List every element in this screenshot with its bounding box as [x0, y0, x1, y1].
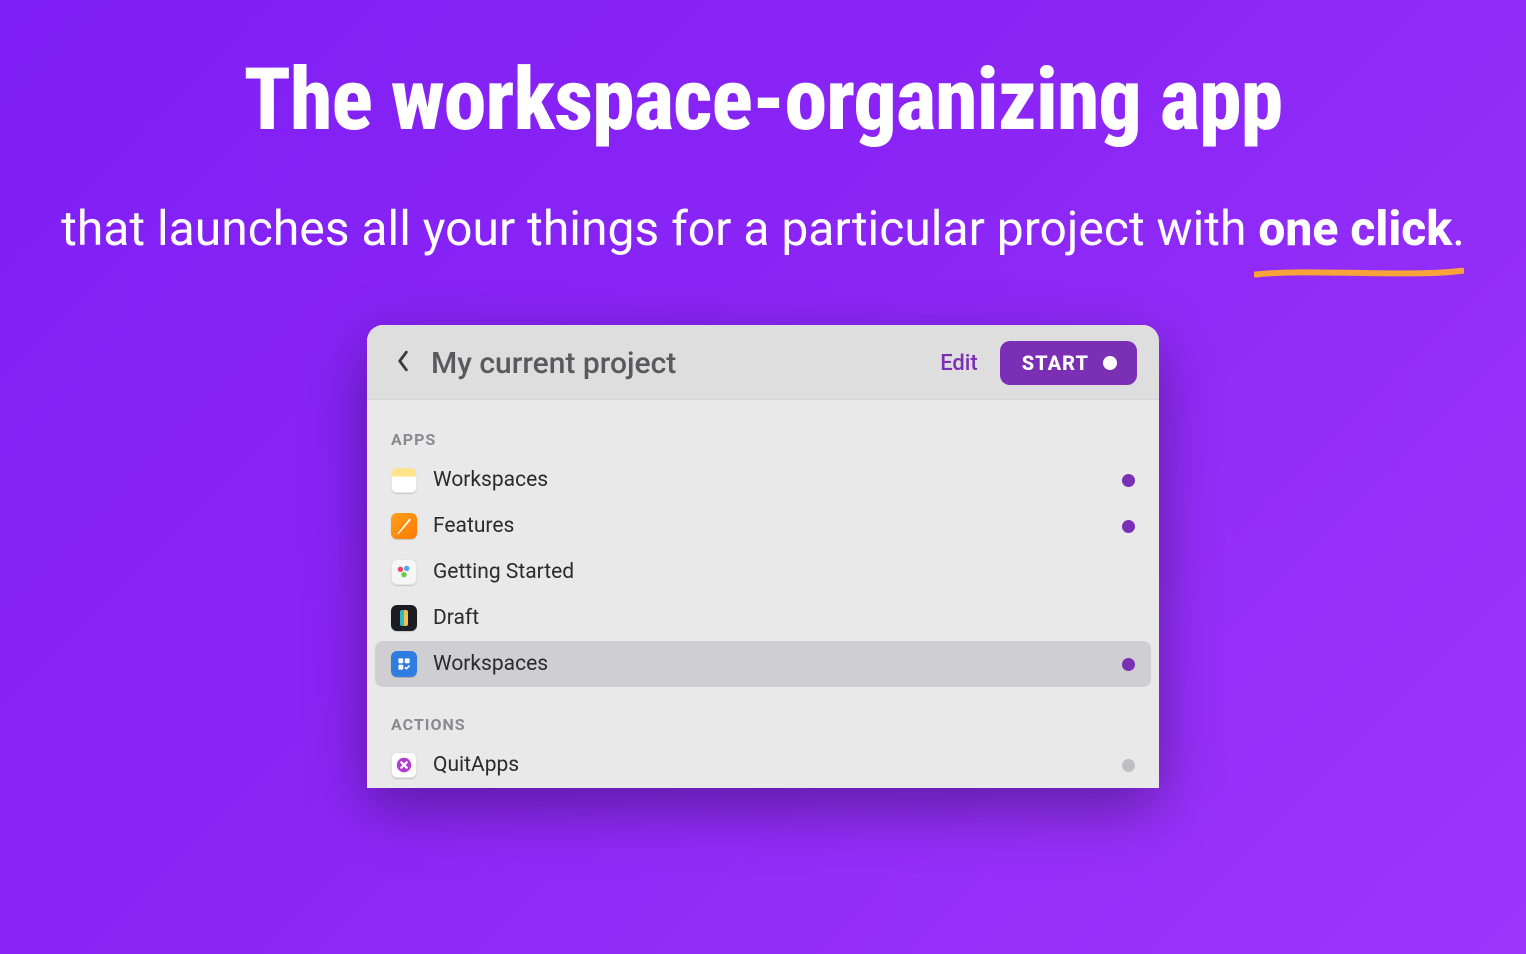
list-item-label: Getting Started [433, 560, 1135, 584]
panel-header: My current project Edit START [367, 325, 1159, 400]
list-item[interactable]: Workspaces [375, 641, 1151, 687]
hero-subtitle-suffix: . [1452, 200, 1465, 257]
start-dot-icon [1103, 356, 1117, 370]
list-item-label: Workspaces [433, 652, 1122, 676]
status-dot-icon [1122, 474, 1135, 487]
quit-action-icon [391, 752, 417, 778]
list-item-label: Features [433, 514, 1122, 538]
list-item[interactable]: Getting Started [367, 549, 1159, 595]
list-item-label: Workspaces [433, 468, 1122, 492]
app-panel: My current project Edit START APPS Works… [367, 325, 1159, 788]
chevron-left-icon [396, 350, 410, 376]
start-button[interactable]: START [1000, 341, 1137, 385]
hero-subtitle-prefix: that launches all your things for a part… [61, 200, 1258, 257]
list-item-label: QuitApps [433, 753, 1122, 777]
notes-app-icon [391, 467, 417, 493]
video-app-icon [391, 559, 417, 585]
hero-subtitle: that launches all your things for a part… [0, 193, 1526, 265]
back-button[interactable] [389, 349, 417, 377]
status-dot-icon [1122, 658, 1135, 671]
list-item[interactable]: QuitApps [367, 742, 1159, 788]
hero-subtitle-emphasis: one click [1258, 193, 1452, 265]
draft-app-icon [391, 605, 417, 631]
section-label-actions: ACTIONS [367, 705, 1159, 742]
status-dot-icon [1122, 520, 1135, 533]
panel-body: APPS Workspaces Features Getting Started [367, 400, 1159, 788]
section-label-apps: APPS [367, 420, 1159, 457]
hero-subtitle-emph-text: one click [1258, 200, 1452, 257]
edit-button[interactable]: Edit [940, 351, 978, 376]
panel-title: My current project [431, 346, 940, 381]
underline-icon [1254, 267, 1464, 279]
list-item[interactable]: Draft [367, 595, 1159, 641]
list-item-label: Draft [433, 606, 1135, 630]
status-dot-icon [1122, 759, 1135, 772]
hero-title: The workspace-organizing app [0, 55, 1526, 145]
list-item[interactable]: Workspaces [367, 457, 1159, 503]
pages-app-icon [391, 513, 417, 539]
things-app-icon [391, 651, 417, 677]
list-item[interactable]: Features [367, 503, 1159, 549]
start-button-label: START [1022, 351, 1089, 375]
